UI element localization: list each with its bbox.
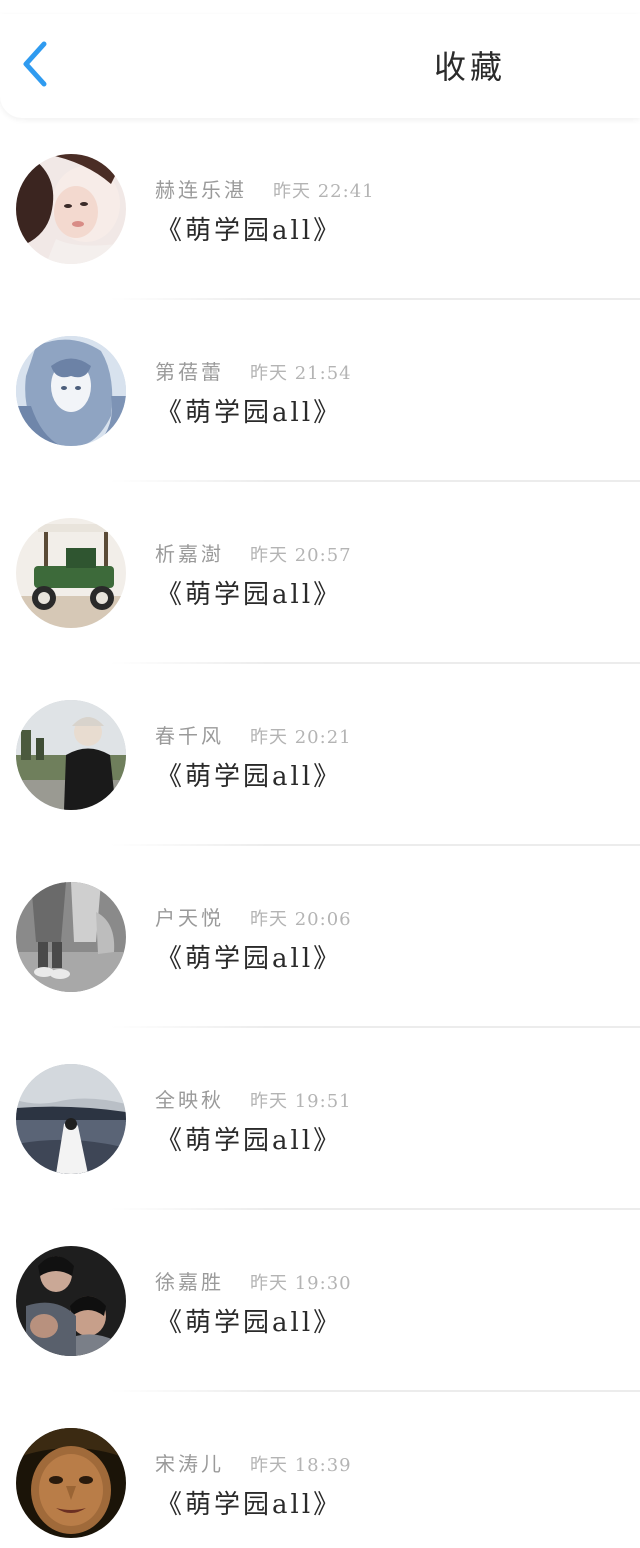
item-meta: 徐嘉胜 昨天 19:30 [155, 1266, 352, 1294]
author-name: 宋涛儿 [155, 1452, 224, 1476]
timestamp: 昨天 19:51 [250, 1091, 352, 1112]
avatar[interactable] [16, 518, 126, 628]
item-meta: 春千风 昨天 20:21 [155, 720, 352, 748]
work-title: 《萌学园all》 [156, 762, 343, 792]
avatar[interactable] [16, 154, 126, 264]
page-title: 收藏 [433, 48, 506, 86]
author-name: 徐嘉胜 [155, 1270, 224, 1294]
timestamp: 昨天 20:21 [250, 727, 352, 748]
work-title: 《萌学园all》 [156, 216, 343, 246]
author-name: 户天悦 [155, 906, 224, 930]
favorite-item[interactable]: 全映秋 昨天 19:51 《萌学园all》 [0, 1028, 640, 1210]
avatar[interactable] [16, 700, 126, 810]
author-name: 赫连乐湛 [155, 178, 247, 202]
item-meta: 户天悦 昨天 20:06 [155, 902, 352, 930]
nav-header: 收藏 [0, 14, 640, 118]
avatar[interactable] [16, 336, 126, 446]
avatar[interactable] [16, 1246, 126, 1356]
favorite-item[interactable]: 春千风 昨天 20:21 《萌学园all》 [0, 664, 640, 846]
work-title: 《萌学园all》 [156, 944, 343, 974]
favorites-list: 赫连乐湛 昨天 22:41 《萌学园all》 第蓓蕾 昨天 21:54 《萌学园… [0, 118, 640, 1548]
favorite-item[interactable]: 徐嘉胜 昨天 19:30 《萌学园all》 [0, 1210, 640, 1392]
work-title: 《萌学园all》 [156, 1308, 343, 1338]
avatar[interactable] [16, 1064, 126, 1174]
chevron-left-icon [23, 41, 47, 87]
author-name: 全映秋 [155, 1088, 224, 1112]
timestamp: 昨天 22:41 [273, 181, 375, 202]
author-name: 春千风 [155, 724, 224, 748]
item-meta: 赫连乐湛 昨天 22:41 [155, 174, 375, 202]
work-title: 《萌学园all》 [156, 398, 343, 428]
work-title: 《萌学园all》 [156, 580, 343, 610]
item-meta: 析嘉澍 昨天 20:57 [155, 538, 352, 566]
status-bar-clipped [0, 0, 640, 14]
back-button[interactable] [14, 38, 60, 92]
avatar[interactable] [16, 1428, 126, 1538]
favorites-page: 收藏 赫连乐湛 昨天 22:41 《萌学园all》 第蓓蕾 昨天 21:54 《… [0, 0, 640, 1548]
timestamp: 昨天 20:57 [250, 545, 352, 566]
favorite-item[interactable]: 宋涛儿 昨天 18:39 《萌学园all》 [0, 1392, 640, 1548]
work-title: 《萌学园all》 [156, 1126, 343, 1156]
item-meta: 第蓓蕾 昨天 21:54 [155, 356, 352, 384]
item-meta: 宋涛儿 昨天 18:39 [155, 1448, 352, 1476]
timestamp: 昨天 19:30 [250, 1273, 352, 1294]
timestamp: 昨天 21:54 [250, 363, 352, 384]
favorite-item[interactable]: 户天悦 昨天 20:06 《萌学园all》 [0, 846, 640, 1028]
work-title: 《萌学园all》 [156, 1490, 343, 1520]
favorite-item[interactable]: 第蓓蕾 昨天 21:54 《萌学园all》 [0, 300, 640, 482]
avatar[interactable] [16, 882, 126, 992]
favorite-item[interactable]: 赫连乐湛 昨天 22:41 《萌学园all》 [0, 118, 640, 300]
favorite-item[interactable]: 析嘉澍 昨天 20:57 《萌学园all》 [0, 482, 640, 664]
author-name: 第蓓蕾 [155, 360, 224, 384]
item-meta: 全映秋 昨天 19:51 [155, 1084, 352, 1112]
timestamp: 昨天 20:06 [250, 909, 352, 930]
author-name: 析嘉澍 [155, 542, 224, 566]
timestamp: 昨天 18:39 [250, 1455, 352, 1476]
